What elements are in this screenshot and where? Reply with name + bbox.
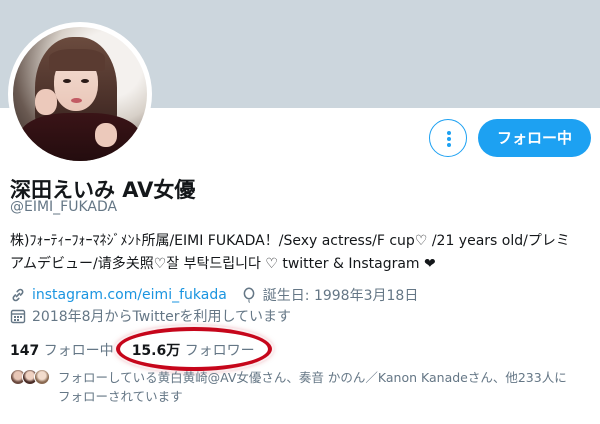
followers-you-know[interactable]: フォローしている黄白黄崎@AV女優さん、奏音 かのん／Kanon Kanadeさ… xyxy=(10,368,595,406)
calendar-icon xyxy=(10,309,26,324)
following-label: フォロー中 xyxy=(43,343,114,359)
profile-birthday: 誕生日: 1998年3月18日 xyxy=(262,288,419,304)
annotation-circle xyxy=(116,327,272,371)
following-count: 147 xyxy=(10,343,40,359)
more-options-button[interactable] xyxy=(429,119,467,157)
link-icon xyxy=(12,288,24,302)
profile-meta-row: instagram.com/eimi_fukada 誕生日: 1998年3月18… xyxy=(10,285,418,305)
profile-joined-date: 2018年8月からTwitterを利用しています xyxy=(32,309,292,325)
following-stat[interactable]: 147 フォロー中 xyxy=(10,343,114,359)
following-button[interactable]: フォロー中 xyxy=(478,119,591,157)
profile-handle: @EIMI_FUKADA xyxy=(10,199,118,215)
profile-website-link[interactable]: instagram.com/eimi_fukada xyxy=(32,287,227,303)
bio-line: アムデビュー/请多关照♡잘 부탁드립니다 ♡ twitter & Instagr… xyxy=(10,256,436,272)
profile-avatar[interactable] xyxy=(8,22,152,166)
followers-you-know-line: フォローしている黄白黄崎@AV女優さん、奏音 かのん／Kanon Kanadeさ… xyxy=(58,370,567,385)
profile-joined-row: 2018年8月からTwitterを利用しています xyxy=(10,306,291,326)
bio-line: 株)ﾌｫｰﾃｨｰﾌｫｰﾏﾈｼﾞﾒﾝﾄ所属/EIMI FUKADA！/Sexy a… xyxy=(10,233,570,249)
avatar-photo xyxy=(13,27,147,161)
followers-you-know-line: フォローされています xyxy=(58,389,183,404)
balloon-icon xyxy=(243,287,255,303)
profile-bio: 株)ﾌｫｰﾃｨｰﾌｫｰﾏﾈｼﾞﾒﾝﾄ所属/EIMI FUKADA！/Sexy a… xyxy=(10,230,590,276)
more-vertical-icon xyxy=(447,131,451,135)
